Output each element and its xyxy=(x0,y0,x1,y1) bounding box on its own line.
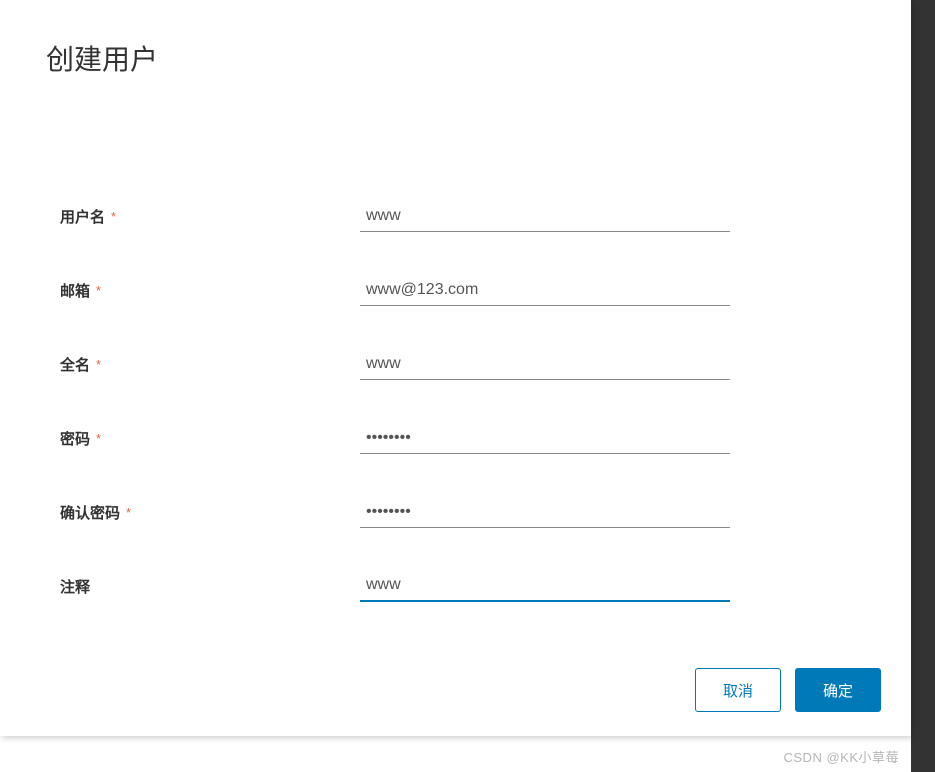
confirm-button[interactable]: 确定 xyxy=(795,668,881,712)
confirm-password-input[interactable] xyxy=(360,497,730,528)
required-asterisk: * xyxy=(96,357,101,372)
password-row: 密码 * xyxy=(60,420,851,456)
email-label: 邮箱 * xyxy=(60,280,360,301)
button-row: 取消 确定 xyxy=(695,668,881,712)
required-asterisk: * xyxy=(111,209,116,224)
label-text: 注释 xyxy=(60,576,90,597)
required-asterisk: * xyxy=(126,505,131,520)
email-input[interactable] xyxy=(360,275,730,306)
password-label: 密码 * xyxy=(60,428,360,449)
watermark: CSDN @KK小草莓 xyxy=(784,747,900,766)
create-user-modal: 创建用户 用户名 * 邮箱 * 全名 * 密码 xyxy=(0,0,911,736)
password-input[interactable] xyxy=(360,423,730,454)
confirm-password-row: 确认密码 * xyxy=(60,494,851,530)
username-input[interactable] xyxy=(360,201,730,232)
required-asterisk: * xyxy=(96,431,101,446)
username-label: 用户名 * xyxy=(60,206,360,227)
comment-row: 注释 xyxy=(60,568,851,604)
required-asterisk: * xyxy=(96,283,101,298)
email-row: 邮箱 * xyxy=(60,272,851,308)
comment-label: 注释 xyxy=(60,576,360,597)
comment-input[interactable] xyxy=(360,570,730,602)
confirm-password-label: 确认密码 * xyxy=(60,502,360,523)
fullname-row: 全名 * xyxy=(60,346,851,382)
fullname-label: 全名 * xyxy=(60,354,360,375)
username-row: 用户名 * xyxy=(60,198,851,234)
label-text: 用户名 xyxy=(60,206,105,227)
modal-title: 创建用户 xyxy=(0,0,911,78)
fullname-input[interactable] xyxy=(360,349,730,380)
label-text: 确认密码 xyxy=(60,502,120,523)
label-text: 邮箱 xyxy=(60,280,90,301)
label-text: 密码 xyxy=(60,428,90,449)
label-text: 全名 xyxy=(60,354,90,375)
form-container: 用户名 * 邮箱 * 全名 * 密码 * xyxy=(0,78,911,604)
cancel-button[interactable]: 取消 xyxy=(695,668,781,712)
background-edge xyxy=(911,0,935,772)
